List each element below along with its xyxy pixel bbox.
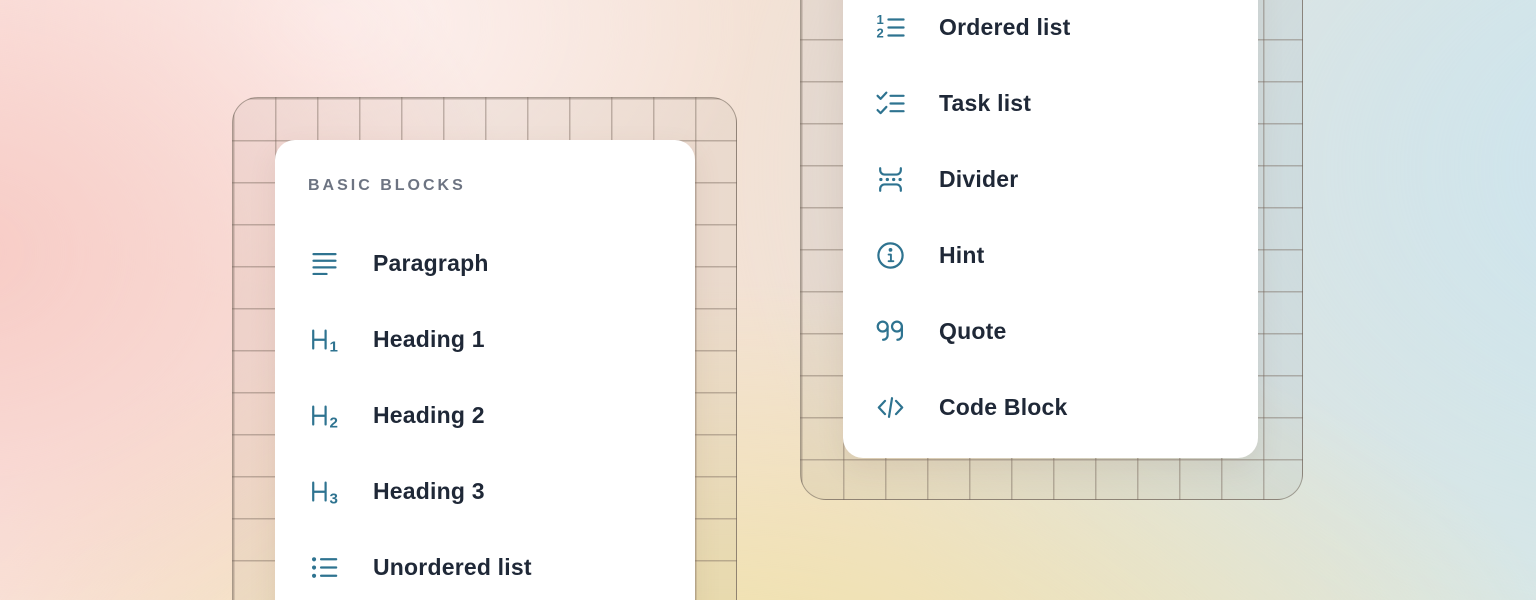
menu-item-label: Heading 1 bbox=[373, 326, 485, 353]
menu-item-label: Heading 2 bbox=[373, 402, 485, 429]
heading-2-icon: 2 bbox=[308, 399, 341, 432]
menu-item-label: Hint bbox=[939, 242, 985, 269]
svg-text:2: 2 bbox=[876, 25, 883, 40]
menu-item-ordered-list[interactable]: 12 Ordered list bbox=[874, 0, 1258, 65]
basic-blocks-section-header: BASIC BLOCKS bbox=[308, 176, 695, 196]
hint-icon bbox=[874, 239, 907, 272]
menu-item-code-block[interactable]: Code Block bbox=[874, 369, 1258, 445]
heading-3-icon: 3 bbox=[308, 475, 341, 508]
basic-blocks-card: BASIC BLOCKS Paragraph 1 Heading 1 2 Heading… bbox=[275, 140, 695, 600]
svg-text:1: 1 bbox=[329, 338, 337, 355]
menu-item-label: Quote bbox=[939, 318, 1006, 345]
menu-item-label: Task list bbox=[939, 90, 1031, 117]
menu-item-heading-1[interactable]: 1 Heading 1 bbox=[308, 301, 695, 377]
menu-item-task-list[interactable]: Task list bbox=[874, 65, 1258, 141]
menu-item-label: Divider bbox=[939, 166, 1018, 193]
quote-icon bbox=[874, 315, 907, 348]
menu-item-heading-3[interactable]: 3 Heading 3 bbox=[308, 453, 695, 529]
svg-text:2: 2 bbox=[329, 414, 337, 431]
menu-item-label: Paragraph bbox=[373, 250, 489, 277]
ordered-list-icon: 12 bbox=[874, 11, 907, 44]
more-blocks-list: 12 Ordered list Task list Divider Hint Quote C… bbox=[874, 0, 1258, 445]
heading-1-icon: 1 bbox=[308, 323, 341, 356]
menu-item-heading-2[interactable]: 2 Heading 2 bbox=[308, 377, 695, 453]
page-background: { "theme": { "icon_color": "#2e7390", "t… bbox=[0, 0, 1536, 600]
menu-item-unordered-list[interactable]: Unordered list bbox=[308, 529, 695, 600]
menu-item-hint[interactable]: Hint bbox=[874, 217, 1258, 293]
more-blocks-card: 12 Ordered list Task list Divider Hint Quote C… bbox=[843, 0, 1258, 458]
divider-icon bbox=[874, 163, 907, 196]
menu-item-paragraph[interactable]: Paragraph bbox=[308, 225, 695, 301]
task-list-icon bbox=[874, 87, 907, 120]
unordered-list-icon bbox=[308, 551, 341, 584]
menu-item-label: Ordered list bbox=[939, 14, 1071, 41]
menu-item-divider[interactable]: Divider bbox=[874, 141, 1258, 217]
basic-blocks-list: Paragraph 1 Heading 1 2 Heading 2 3 Heading 3 U… bbox=[308, 225, 695, 600]
menu-item-quote[interactable]: Quote bbox=[874, 293, 1258, 369]
menu-item-label: Heading 3 bbox=[373, 478, 485, 505]
code-block-icon bbox=[874, 391, 907, 424]
paragraph-icon bbox=[308, 247, 341, 280]
menu-item-label: Code Block bbox=[939, 394, 1068, 421]
svg-text:3: 3 bbox=[329, 490, 337, 507]
menu-item-label: Unordered list bbox=[373, 554, 532, 581]
